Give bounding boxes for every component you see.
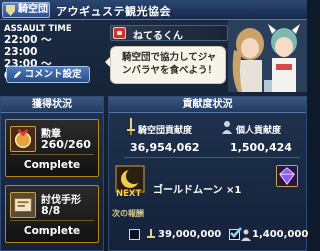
guild-tag-label: 騎空団 [18,4,48,15]
user-rank-icon [113,27,126,39]
reward-card-status: Complete [23,225,81,237]
person-icon [241,229,251,241]
pencil-icon [13,70,22,79]
next-reward-name: ゴールドムーン ×1 [153,185,242,196]
reward-card-count: 260/260 [41,138,91,151]
divider [124,157,300,158]
guild-name: アウギュステ観光協会 [56,5,171,18]
character-portrait-icon [228,20,307,92]
ticket-icon [10,192,36,218]
reward-card-ticket[interactable]: 討伐手形 8/8 Complete [5,185,99,243]
next-reward-tag: NEXT [116,189,142,199]
person-icon [222,121,232,134]
threshold-checkbox[interactable] [129,229,140,240]
header-bar: 騎空団 アウギュステ観光協会 [0,0,307,20]
threshold-checkbox[interactable] [229,227,242,240]
crew-threshold-value: 39,000,000 [158,229,222,240]
contribution-panel-title: 貢献度状況 [109,97,306,113]
chat-message-line: 騎空団で協力してジャ [122,52,217,63]
crew-contribution-value: 36,954,062 [130,141,200,154]
chat-user-name: ねてるくん [133,31,183,42]
divider [10,220,94,221]
reward-card-status: Complete [23,159,81,171]
sword-icon [147,229,155,238]
shield-icon [6,5,15,16]
divider [10,154,94,155]
sword-icon [127,118,135,135]
chat-message-bubble: 騎空団で協力してジャ ンバラヤを食べよう！ [105,46,226,84]
personal-contribution-value: 1,500,424 [230,141,292,154]
personal-contribution-label: 個人貢献度 [236,126,282,136]
acquisition-panel-title: 獲得状況 [1,97,103,113]
crew-contribution-label: 騎空団貢献度 [138,126,193,136]
gem-icon [276,165,298,187]
personal-threshold-value: 1,400,000 [252,229,309,240]
comment-settings-button[interactable]: コメント設定 [6,66,90,83]
medal-icon [10,126,36,152]
assault-time-slot: 22:00 ～ 23:00 [4,34,52,58]
chat-message-line: ンバラヤを食べよう！ [122,64,218,76]
comment-settings-label: コメント設定 [24,69,82,80]
assault-time-title: ASSAULT TIME [4,24,72,34]
acquisition-panel: 獲得状況 勲章 260/260 Complete 討伐手形 8/8 Comple… [0,96,104,251]
chat-user-bar: ねてるくん [110,25,228,42]
guild-tag-badge: 騎空団 [2,2,50,18]
reward-card-medal[interactable]: 勲章 260/260 Complete [5,119,99,177]
guild-war-status-screen: 騎空団 アウギュステ観光協会 ASSAULT TIME 22:00 ～ 23:0… [0,0,309,251]
reward-card-count: 8/8 [41,204,61,217]
next-reward-label: 次の報酬 [112,209,144,218]
